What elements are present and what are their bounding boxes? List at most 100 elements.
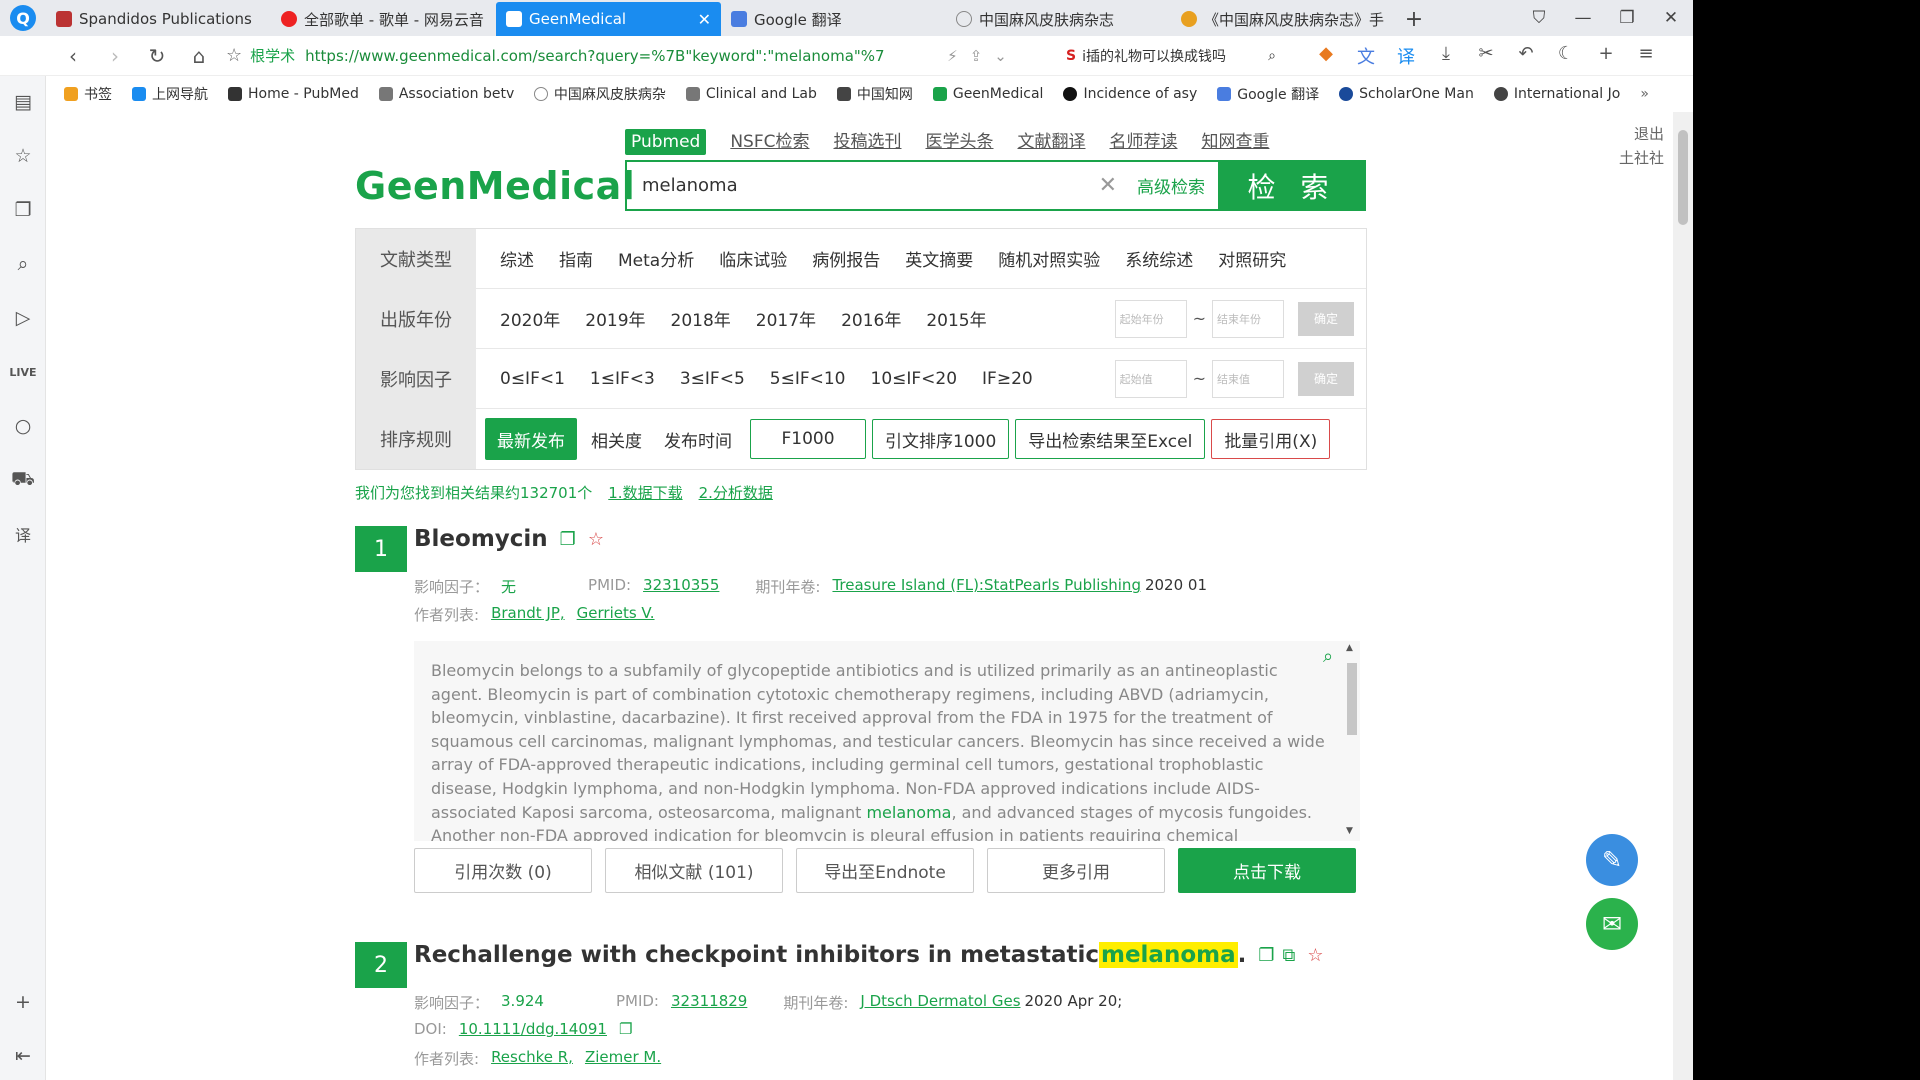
more-citations-button[interactable]: 更多引用 — [987, 848, 1165, 893]
filter-option[interactable]: 10≤IF<20 — [871, 369, 958, 389]
bookmark-item[interactable]: 书签 — [64, 84, 112, 104]
filter-option[interactable]: 3≤IF<5 — [680, 369, 745, 389]
collapse-sidebar-icon[interactable]: ⇤ — [0, 1038, 46, 1074]
copy-icon[interactable]: ❐ — [619, 1020, 632, 1038]
bookmark-item[interactable]: ScholarOne Man — [1339, 86, 1474, 102]
site-logo[interactable]: GeenMedical — [355, 164, 635, 208]
minimize-button[interactable]: — — [1561, 0, 1605, 36]
filter-option[interactable]: 2015年 — [926, 306, 986, 331]
export-excel-button[interactable]: 导出检索结果至Excel — [1015, 419, 1206, 459]
chevron-down-icon[interactable]: ⌄ — [994, 47, 1007, 65]
home-button[interactable]: ⌂ — [178, 36, 220, 76]
result-title[interactable]: Bleomycin ❐ ☆ — [414, 526, 604, 552]
favorite-star-icon[interactable]: ☆ — [588, 529, 604, 550]
filter-option[interactable]: 5≤IF<10 — [770, 369, 846, 389]
page-scrollbar[interactable] — [1673, 112, 1693, 1080]
start-if-field[interactable]: 起始值 — [1114, 359, 1187, 398]
tab-spandidos[interactable]: Spandidos Publications — [46, 2, 271, 36]
filter-option[interactable]: 英文摘要 — [905, 246, 973, 271]
add-icon[interactable]: + — [1586, 43, 1626, 69]
bookmark-item[interactable]: Incidence of asy — [1063, 86, 1197, 102]
pmid-link[interactable]: 32310355 — [643, 576, 719, 597]
browser-search-box[interactable]: S i插的礼物可以换成钱吗 ⌕ — [1066, 41, 1296, 71]
scissors-icon[interactable]: ✂ — [1466, 43, 1506, 69]
url-text[interactable]: https://www.geenmedical.com/search?query… — [305, 47, 935, 65]
bookmark-item[interactable]: GeenMedical — [932, 86, 1043, 102]
filter-option[interactable]: Meta分析 — [618, 246, 694, 271]
bookmark-item[interactable]: Association betv — [378, 86, 514, 102]
year-confirm-button[interactable]: 确定 — [1298, 301, 1354, 336]
filter-option[interactable]: 指南 — [559, 246, 593, 271]
more-bookmarks-icon[interactable]: » — [1640, 86, 1649, 102]
doi-link[interactable]: 10.1111/ddg.14091 — [459, 1020, 607, 1038]
author-link[interactable]: Reschke R, — [491, 1048, 573, 1069]
bookmark-item[interactable]: International Jo — [1493, 86, 1620, 102]
bookmark-star-icon[interactable]: ☆ — [226, 45, 242, 66]
filter-option[interactable]: 对照研究 — [1218, 246, 1286, 271]
tab-netease[interactable]: 全部歌单 - 歌单 - 网易云音 — [271, 2, 496, 36]
advanced-search-link[interactable]: 高级检索 — [1137, 173, 1205, 198]
sort-relevance[interactable]: 相关度 — [591, 427, 642, 452]
close-window-button[interactable]: ✕ — [1649, 0, 1693, 36]
result-title[interactable]: Rechallenge with checkpoint inhibitors i… — [414, 942, 1324, 968]
wechat-button[interactable]: ✉ — [1586, 898, 1638, 950]
citation-sort-button[interactable]: 引文排序1000 — [872, 419, 1010, 459]
sort-latest-button[interactable]: 最新发布 — [485, 418, 577, 460]
end-if-field[interactable]: 结束值 — [1212, 359, 1284, 398]
translate-icon[interactable]: ⧉ — [1283, 945, 1296, 966]
filter-option[interactable]: 2017年 — [756, 306, 816, 331]
filter-option[interactable]: IF≥20 — [982, 369, 1033, 389]
translate-page-icon[interactable]: 译 — [1386, 43, 1426, 69]
copy-icon[interactable]: ❐ — [1258, 945, 1274, 966]
export-endnote-button[interactable]: 导出至Endnote — [796, 848, 974, 893]
nav-recommend[interactable]: 名师荐读 — [1109, 129, 1177, 155]
favorite-star-icon[interactable]: ☆ — [1307, 945, 1323, 966]
citation-count-button[interactable]: 引用次数 (0) — [414, 848, 592, 893]
data-download-link[interactable]: 1.数据下载 — [608, 482, 682, 503]
filter-option[interactable]: 临床试验 — [719, 246, 787, 271]
filter-option[interactable]: 病例报告 — [812, 246, 880, 271]
news-icon[interactable]: ▤ — [0, 84, 46, 120]
bookmark-item[interactable]: 中国麻风皮肤病杂 — [533, 84, 666, 104]
filter-option[interactable]: 2019年 — [585, 306, 645, 331]
reload-button[interactable]: ↻ — [136, 36, 178, 76]
night-mode-icon[interactable]: ☾ — [1546, 43, 1586, 69]
live-icon[interactable]: LIVE — [0, 354, 46, 390]
cart-icon[interactable]: ⛟ — [0, 462, 46, 498]
browser-menu-button[interactable]: Q — [0, 0, 46, 36]
search-query-text[interactable]: melanoma — [627, 175, 1099, 196]
clear-icon[interactable]: ✕ — [1099, 173, 1117, 198]
share-icon[interactable]: ⇪ — [970, 47, 983, 65]
filter-option[interactable]: 综述 — [500, 246, 534, 271]
batch-cite-button[interactable]: 批量引用(X) — [1211, 419, 1331, 459]
bookmark-item[interactable]: Google 翻译 — [1217, 84, 1319, 104]
search-button[interactable]: 检 索 — [1218, 160, 1366, 211]
end-year-field[interactable]: 结束年份 — [1212, 299, 1284, 338]
filter-option[interactable]: 2018年 — [671, 306, 731, 331]
author-link[interactable]: Ziemer M. — [585, 1048, 661, 1069]
nav-submission[interactable]: 投稿选刊 — [833, 129, 901, 155]
bookmark-item[interactable]: 中国知网 — [836, 84, 913, 104]
nav-headlines[interactable]: 医学头条 — [925, 129, 993, 155]
similar-articles-button[interactable]: 相似文献 (101) — [605, 848, 783, 893]
impact-confirm-button[interactable]: 确定 — [1298, 361, 1354, 396]
feather-button[interactable]: ✎ — [1586, 834, 1638, 886]
sort-date[interactable]: 发布时间 — [664, 427, 732, 452]
search-engine-icon[interactable]: S — [1066, 48, 1076, 64]
translate-icon[interactable]: 译 — [0, 516, 46, 552]
journal-link[interactable]: Treasure Island (FL):StatPearls Publishi… — [832, 576, 1141, 597]
tab-journal-2[interactable]: 《中国麻风皮肤病杂志》手 — [1171, 2, 1396, 36]
filter-option[interactable]: 0≤IF<1 — [500, 369, 565, 389]
journal-link[interactable]: J Dtsch Dermatol Ges — [860, 992, 1020, 1013]
f1000-button[interactable]: F1000 — [750, 419, 866, 459]
chat-icon[interactable]: ○ — [0, 408, 46, 444]
abstract-scrollbar[interactable]: ▲ ▼ — [1344, 641, 1360, 841]
shirt-icon[interactable]: ⛉ — [1517, 0, 1561, 36]
new-tab-button[interactable]: + — [1396, 2, 1432, 36]
tab-geenmedical[interactable]: GeenMedical ✕ — [496, 2, 721, 36]
zoom-icon[interactable]: ⌕ — [1323, 646, 1333, 667]
filter-option[interactable]: 系统综述 — [1125, 246, 1193, 271]
copy-icon[interactable]: ❐ — [560, 529, 576, 550]
logout-link[interactable]: 退出 — [1604, 122, 1664, 146]
translate-icon[interactable]: 文 — [1346, 43, 1386, 69]
